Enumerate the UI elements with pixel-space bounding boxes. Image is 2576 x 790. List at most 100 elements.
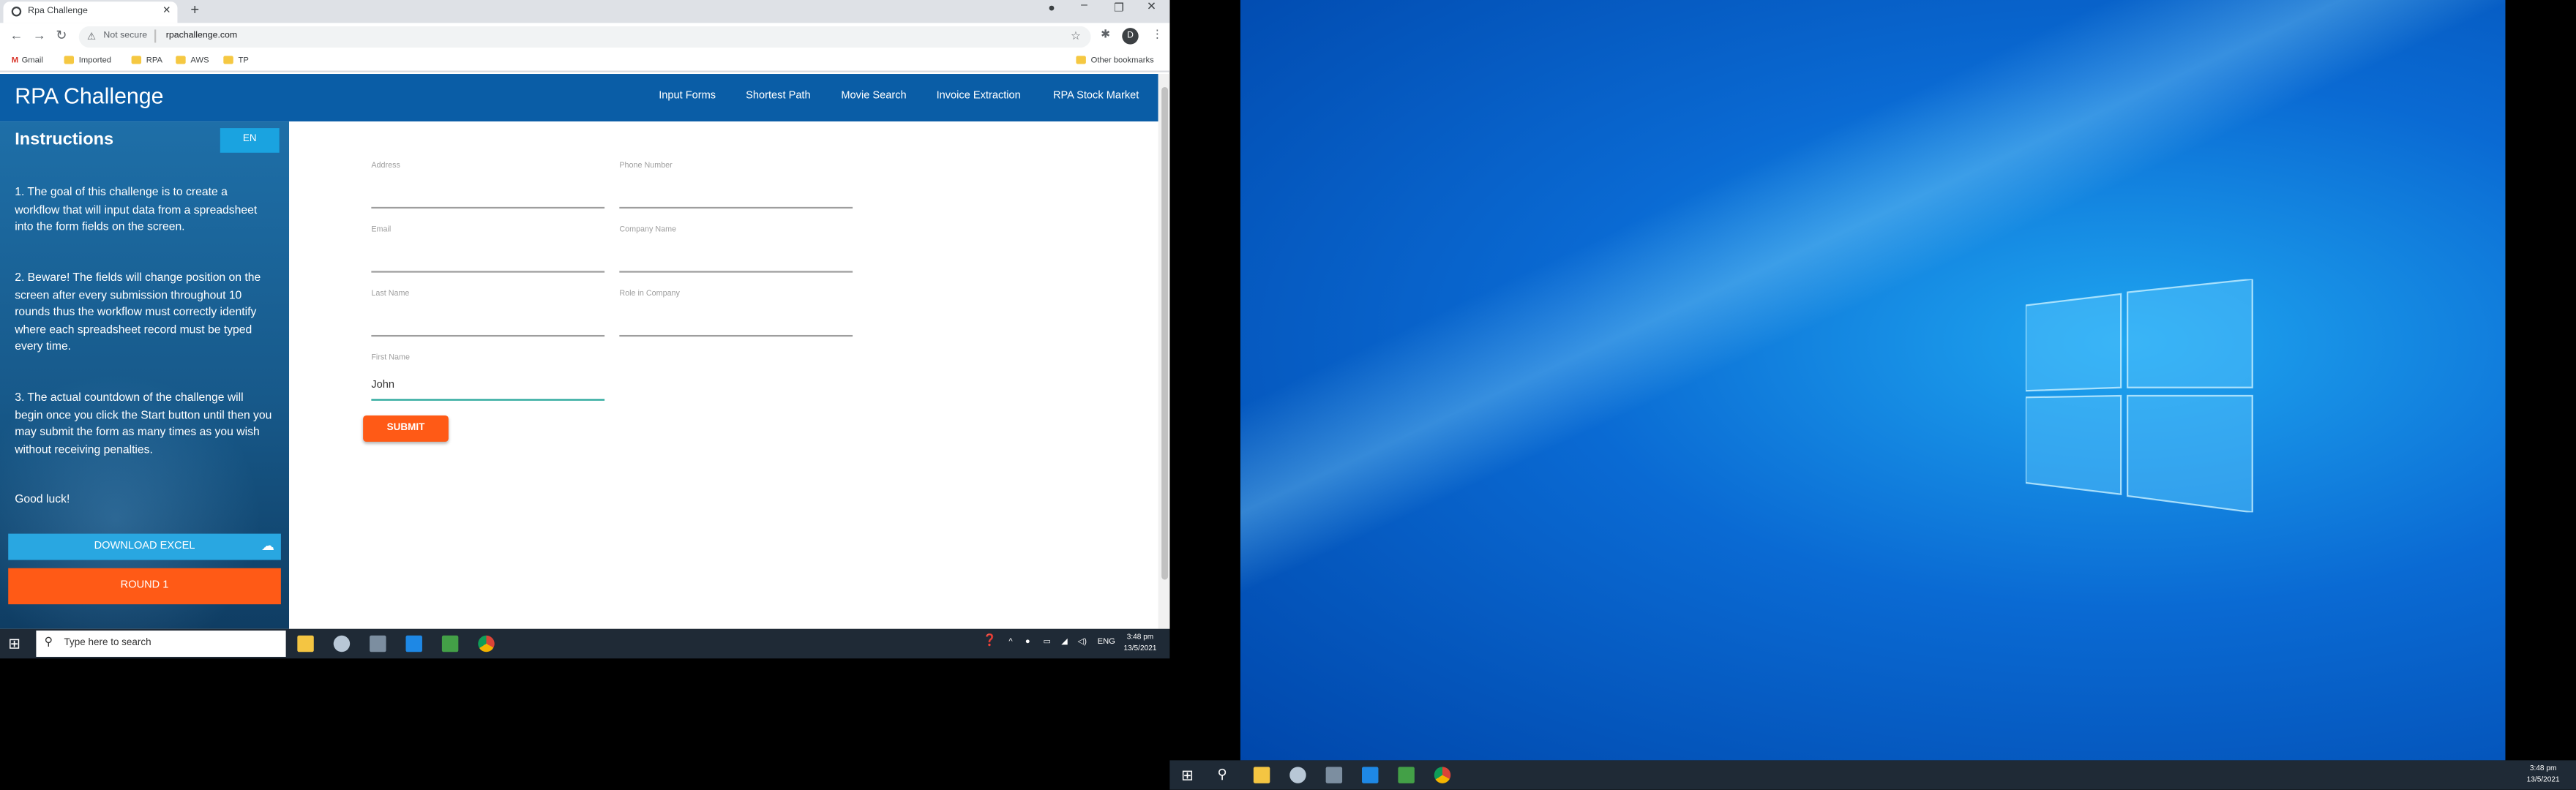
address-field[interactable]: Address	[371, 162, 605, 209]
desktop-wallpaper	[1240, 0, 2506, 761]
cloud-download-icon: ☁	[261, 538, 274, 554]
site-brand[interactable]: RPA Challenge	[15, 83, 163, 108]
back-icon[interactable]: ←	[10, 28, 23, 42]
nav-rpa-stock-market[interactable]: RPA Stock Market	[1053, 90, 1139, 102]
field-underline	[619, 334, 853, 337]
reload-icon[interactable]: ↻	[56, 28, 67, 42]
nav-shortest-path[interactable]: Shortest Path	[746, 90, 810, 102]
field-underline	[371, 206, 605, 209]
app-icon[interactable]	[333, 635, 351, 652]
last-name-field[interactable]: Last Name	[371, 290, 605, 337]
forward-icon[interactable]: →	[33, 28, 46, 42]
taskbar-clock[interactable]: 3:48 pm 13/5/2021	[1124, 632, 1157, 653]
instruction-1: 1. The goal of this challenge is to crea…	[15, 187, 258, 233]
file-explorer-icon[interactable]	[297, 635, 314, 652]
network-icon[interactable]: ◢	[1061, 637, 1068, 647]
chrome-icon[interactable]	[478, 635, 495, 652]
input-language[interactable]: ENG	[1098, 637, 1115, 647]
tray-app-icon[interactable]: ●	[1025, 637, 1030, 647]
tab-favicon-icon	[11, 6, 22, 17]
clock-time: 3:48 pm	[1126, 632, 1154, 641]
close-tab-icon[interactable]: ✕	[162, 5, 171, 16]
language-button[interactable]: EN	[220, 128, 280, 153]
bookmark-tp[interactable]: TP	[223, 56, 249, 66]
submit-button[interactable]: SUBMIT	[363, 415, 449, 442]
minimize-icon[interactable]: –	[1081, 0, 1087, 12]
warning-icon: ⚠	[86, 31, 97, 42]
taskbar-clock[interactable]: 3:48 pm 13/5/2021	[2527, 764, 2560, 785]
good-luck-text: Good luck!	[15, 494, 70, 506]
profile-avatar[interactable]: D	[1122, 28, 1139, 45]
windows-logo-icon	[2025, 279, 2253, 513]
assistant-icon[interactable]	[441, 635, 459, 652]
bookmark-label: Imported	[78, 56, 112, 66]
other-bookmarks[interactable]: Other bookmarks	[1076, 56, 1154, 66]
menu-icon[interactable]: ⋮	[1152, 28, 1164, 41]
security-label: Not secure	[103, 31, 148, 42]
field-value: John	[371, 379, 395, 391]
assistant-icon[interactable]	[1398, 767, 1415, 783]
new-tab-icon[interactable]: +	[190, 1, 199, 18]
clock-date: 13/5/2021	[1123, 642, 1157, 652]
windows-start-icon[interactable]: ⊞	[1181, 767, 1194, 785]
close-window-icon[interactable]: ✕	[1147, 0, 1156, 13]
chrome-window: Rpa Challenge ✕ + ● – ❐ ✕ ← → ↻ ⚠ Not se…	[0, 0, 1170, 629]
instructions-title: Instructions	[15, 129, 114, 150]
bookmarks-bar: M Gmail Imported RPA AWS TP Other bookmar…	[0, 50, 1170, 72]
bookmark-star-icon[interactable]: ☆	[1071, 29, 1081, 43]
field-label: Email	[371, 226, 392, 236]
studio-icon[interactable]	[405, 635, 422, 652]
tray-chevron-icon[interactable]: ^	[1008, 637, 1012, 647]
role-in-company-field[interactable]: Role in Company	[619, 290, 853, 337]
taskbar-right: ⊞ ⚲ 3:48 pm 13/5/2021	[1169, 760, 2576, 790]
bookmark-rpa[interactable]: RPA	[131, 56, 162, 66]
nav-movie-search[interactable]: Movie Search	[841, 90, 906, 102]
round-button[interactable]: ROUND 1	[8, 568, 281, 605]
field-underline	[619, 206, 853, 209]
folder-icon	[223, 56, 233, 64]
bookmark-imported[interactable]: Imported	[64, 56, 112, 66]
bookmark-gmail[interactable]: M Gmail	[12, 56, 43, 65]
clock-date: 13/5/2021	[2526, 774, 2560, 783]
field-label: Company Name	[619, 226, 677, 236]
volume-icon[interactable]: ◁)	[1078, 637, 1087, 647]
media-control-icon[interactable]: ●	[1048, 3, 1055, 15]
field-label: First Name	[371, 354, 410, 364]
chrome-icon[interactable]	[1434, 767, 1451, 783]
search-icon: ⚲	[44, 637, 53, 649]
camera-icon[interactable]	[1325, 767, 1343, 783]
field-underline	[371, 334, 605, 337]
app-icon[interactable]	[1289, 767, 1306, 783]
field-label: Address	[371, 162, 400, 171]
tab-strip: Rpa Challenge ✕ + ● – ❐ ✕	[0, 0, 1170, 23]
first-name-field[interactable]: First Name John	[371, 354, 605, 401]
address-bar[interactable]: ⚠ Not secure rpachallenge.com ☆	[78, 26, 1091, 48]
clock-time: 3:48 pm	[2529, 763, 2557, 772]
browser-tab[interactable]: Rpa Challenge ✕	[3, 1, 178, 23]
restore-icon[interactable]: ❐	[1114, 1, 1124, 15]
nav-invoice-extraction[interactable]: Invoice Extraction	[937, 90, 1021, 102]
taskbar-search-box[interactable]: ⚲ Type here to search	[36, 631, 286, 657]
extensions-icon[interactable]: ✱	[1101, 28, 1110, 41]
folder-icon	[1076, 56, 1086, 64]
nav-input-forms[interactable]: Input Forms	[659, 90, 716, 102]
scrollbar-thumb[interactable]	[1161, 86, 1168, 580]
email-field[interactable]: Email	[371, 226, 605, 273]
camera-icon[interactable]	[370, 635, 386, 652]
studio-icon[interactable]	[1362, 767, 1379, 783]
battery-icon[interactable]: ▭	[1044, 637, 1052, 647]
field-underline	[371, 398, 605, 401]
file-explorer-icon[interactable]	[1253, 767, 1270, 783]
help-icon[interactable]: ❓	[982, 634, 997, 647]
bookmark-aws[interactable]: AWS	[176, 56, 209, 66]
windows-start-icon[interactable]: ⊞	[8, 636, 20, 652]
folder-icon	[131, 56, 142, 64]
download-excel-button[interactable]: DOWNLOAD EXCEL ☁	[8, 533, 281, 560]
search-icon[interactable]: ⚲	[1217, 767, 1227, 781]
phone-number-field[interactable]: Phone Number	[619, 162, 853, 209]
instructions-sidebar: Instructions EN 1. The goal of this chal…	[0, 121, 290, 629]
company-name-field[interactable]: Company Name	[619, 227, 853, 273]
bookmark-label: TP	[238, 56, 249, 66]
field-label: Role in Company	[619, 290, 680, 299]
page-scrollbar[interactable]	[1158, 74, 1170, 629]
